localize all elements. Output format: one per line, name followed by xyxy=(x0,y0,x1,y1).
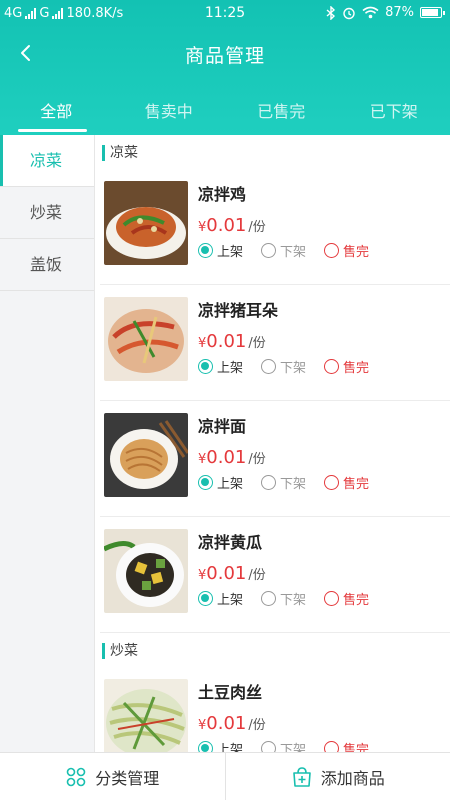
radio-checked-icon xyxy=(198,243,213,258)
list-item: 土豆肉丝 ¥0.01/份 上架 下架 售完 xyxy=(100,667,450,752)
radio-off-shelf[interactable]: 下架 xyxy=(261,589,306,608)
radio-checked-icon xyxy=(198,475,213,490)
product-image xyxy=(104,181,188,265)
product-price: ¥0.01/份 xyxy=(198,563,266,584)
category-manage-label: 分类管理 xyxy=(95,768,160,788)
radio-on-shelf[interactable]: 上架 xyxy=(198,241,243,260)
radio-unchecked-icon xyxy=(324,741,340,752)
radio-unchecked-icon xyxy=(261,741,277,752)
section-title: 炒菜 xyxy=(100,633,450,667)
status-options: 上架 下架 售完 xyxy=(198,739,387,752)
sidebar-item-cold-dishes[interactable]: 凉菜 xyxy=(0,135,94,187)
radio-sold-out[interactable]: 售完 xyxy=(324,473,369,492)
product-name: 凉拌黄瓜 xyxy=(198,533,263,552)
product-name: 凉拌鸡 xyxy=(198,185,247,204)
sidebar-item-rice-bowls[interactable]: 盖饭 xyxy=(0,239,94,291)
grid-icon xyxy=(66,767,86,786)
status-options: 上架 下架 售完 xyxy=(198,473,387,492)
section-title: 凉菜 xyxy=(100,135,450,169)
list-item: 凉拌猪耳朵 ¥0.01/份 上架 下架 售完 xyxy=(100,285,450,401)
product-price: ¥0.01/份 xyxy=(198,713,266,734)
radio-on-shelf[interactable]: 上架 xyxy=(198,357,243,376)
list-item: 凉拌鸡 ¥0.01/份 上架 下架 售完 xyxy=(100,169,450,285)
status-bar: 4G G 180.8K/s 11:25 87% xyxy=(0,0,450,28)
tab-all[interactable]: 全部 xyxy=(0,90,113,135)
radio-off-shelf[interactable]: 下架 xyxy=(261,357,306,376)
product-price: ¥0.01/份 xyxy=(198,331,266,352)
navigation-bar: 商品管理 xyxy=(0,34,450,74)
product-image xyxy=(104,297,188,381)
list-item: 凉拌面 ¥0.01/份 上架 下架 售完 xyxy=(100,401,450,517)
radio-sold-out[interactable]: 售完 xyxy=(324,739,369,752)
radio-unchecked-icon xyxy=(261,591,277,606)
tab-off-shelf[interactable]: 已下架 xyxy=(338,90,450,135)
radio-off-shelf[interactable]: 下架 xyxy=(261,241,306,260)
radio-unchecked-icon xyxy=(261,243,277,258)
radio-on-shelf[interactable]: 上架 xyxy=(198,589,243,608)
category-manage-button[interactable]: 分类管理 xyxy=(0,753,225,800)
battery-icon xyxy=(420,7,445,18)
radio-off-shelf[interactable]: 下架 xyxy=(261,473,306,492)
product-name: 凉拌猪耳朵 xyxy=(198,301,279,320)
product-price: ¥0.01/份 xyxy=(198,215,266,236)
alarm-icon xyxy=(343,7,355,19)
bluetooth-icon xyxy=(326,5,336,20)
add-product-button[interactable]: 添加商品 xyxy=(224,753,450,800)
radio-checked-icon xyxy=(198,741,213,752)
product-price: ¥0.01/份 xyxy=(198,447,266,468)
radio-off-shelf[interactable]: 下架 xyxy=(261,739,306,752)
sidebar-item-stir-fry[interactable]: 炒菜 xyxy=(0,187,94,239)
wifi-icon xyxy=(362,6,379,19)
radio-sold-out[interactable]: 售完 xyxy=(324,589,369,608)
add-bag-icon xyxy=(292,766,311,787)
radio-checked-icon xyxy=(198,359,213,374)
product-name: 凉拌面 xyxy=(198,417,247,436)
radio-checked-icon xyxy=(198,591,213,606)
status-tabs: 全部 售卖中 已售完 已下架 xyxy=(0,90,450,135)
radio-unchecked-icon xyxy=(324,475,340,490)
status-options: 上架 下架 售完 xyxy=(198,589,387,608)
radio-unchecked-icon xyxy=(261,475,277,490)
header: 4G G 180.8K/s 11:25 87% 商品管理 全部 售卖中 已售完 … xyxy=(0,0,450,135)
product-name: 土豆肉丝 xyxy=(198,683,263,702)
back-arrow-icon[interactable] xyxy=(16,42,38,64)
product-image xyxy=(104,679,188,752)
tab-on-sale[interactable]: 售卖中 xyxy=(113,90,226,135)
radio-on-shelf[interactable]: 上架 xyxy=(198,473,243,492)
status-options: 上架 下架 售完 xyxy=(198,357,387,376)
radio-on-shelf[interactable]: 上架 xyxy=(198,739,243,752)
bottom-action-bar: 分类管理 添加商品 xyxy=(0,752,450,800)
status-options: 上架 下架 售完 xyxy=(198,241,387,260)
product-image xyxy=(104,529,188,613)
battery-percent: 87% xyxy=(385,5,414,20)
add-product-label: 添加商品 xyxy=(320,768,385,788)
category-sidebar: 凉菜 炒菜 盖饭 xyxy=(0,135,95,752)
tab-sold-out[interactable]: 已售完 xyxy=(225,90,338,135)
radio-unchecked-icon xyxy=(261,359,277,374)
list-item: 凉拌黄瓜 ¥0.01/份 上架 下架 售完 xyxy=(100,517,450,633)
radio-unchecked-icon xyxy=(324,359,340,374)
page-title: 商品管理 xyxy=(184,45,265,67)
product-image xyxy=(104,413,188,497)
radio-unchecked-icon xyxy=(324,243,340,258)
product-list: 凉菜 凉拌鸡 ¥0.01/份 上架 下架 售完 凉拌猪耳朵 ¥0.01 /份 上… xyxy=(100,135,450,752)
radio-sold-out[interactable]: 售完 xyxy=(324,357,369,376)
radio-sold-out[interactable]: 售完 xyxy=(324,241,369,260)
radio-unchecked-icon xyxy=(324,591,340,606)
